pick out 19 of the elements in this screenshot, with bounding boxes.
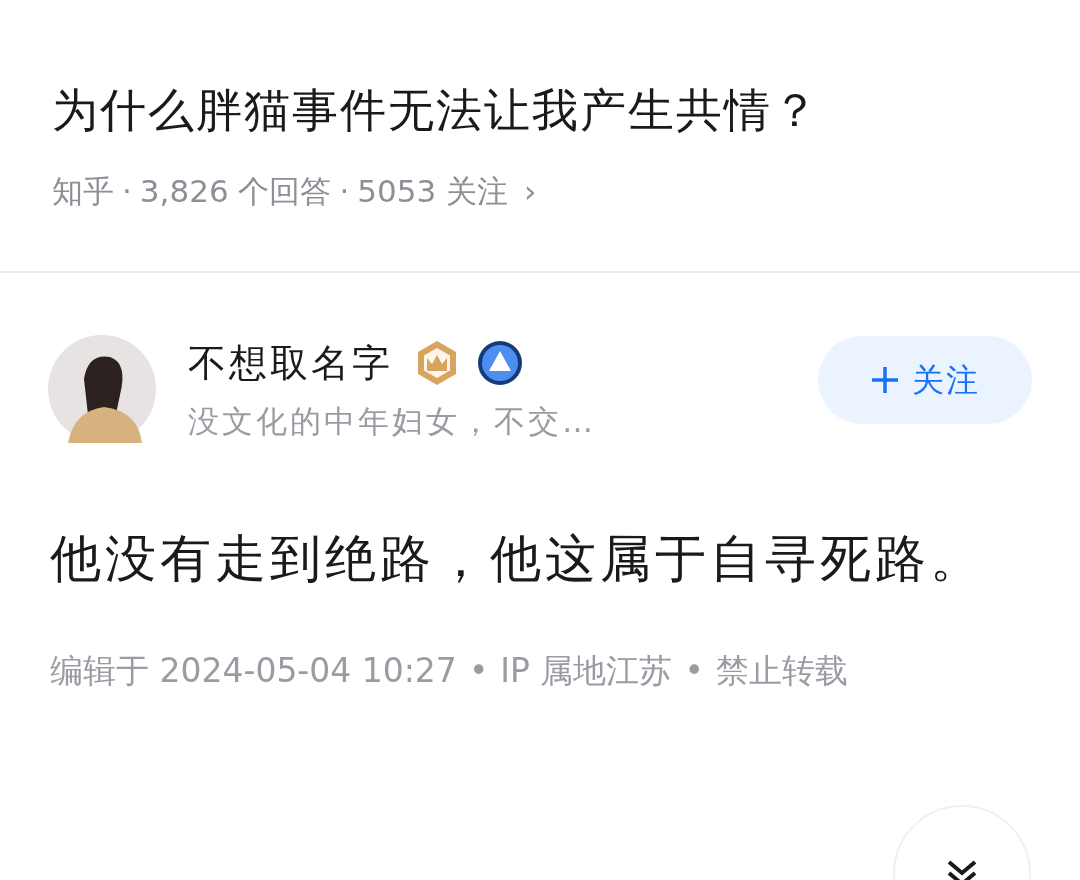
question-meta: 5053 关注 xyxy=(357,172,509,211)
author-name[interactable]: 不想取名字 xyxy=(188,334,393,392)
separator-dot: • xyxy=(468,650,489,692)
plus-icon xyxy=(870,365,900,396)
question-meta: 3,826 个回答 xyxy=(139,172,332,211)
follow-button[interactable]: 关注 xyxy=(818,336,1032,425)
separator-dot: • xyxy=(684,650,704,692)
triangle-badge-icon xyxy=(477,340,523,386)
answer-footer: 编辑于 2024-05-04 10:27 xyxy=(50,646,457,696)
separator-dot: · xyxy=(122,172,132,211)
question-title[interactable]: 为什么胖猫事件无法让我产生共情？ xyxy=(52,78,1028,142)
answer-footer: IP 属地江苏 xyxy=(500,646,673,696)
question-meta: 知乎 xyxy=(52,172,114,211)
author-bio: 没文化的中年妇女，不交… xyxy=(188,401,597,441)
double-chevron-down-icon xyxy=(946,859,978,880)
avatar[interactable] xyxy=(48,335,156,444)
answer-footer: 禁止转载 xyxy=(715,646,848,696)
answer-text: 他没有走到绝路，他这属于自寻死路。 xyxy=(50,528,986,590)
separator-dot: · xyxy=(339,172,350,211)
